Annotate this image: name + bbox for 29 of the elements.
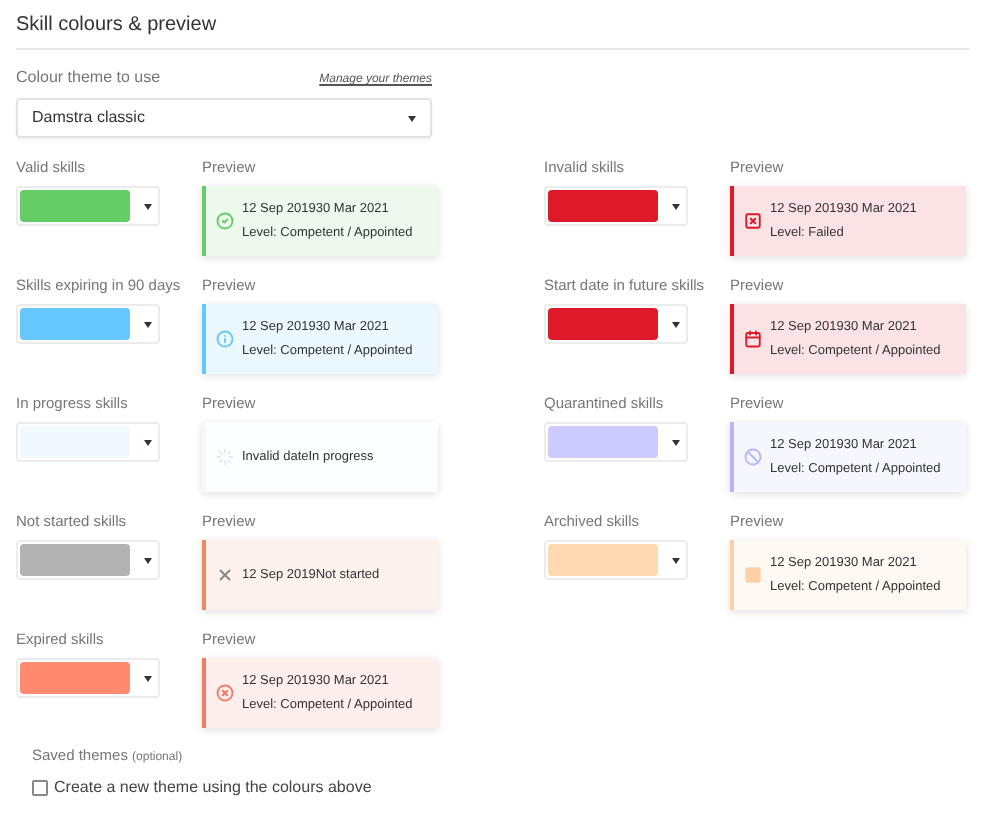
caret-icon [144,203,152,209]
caret-icon [144,439,152,445]
cross-icon [216,566,234,584]
checkbox[interactable] [32,780,48,796]
colour-picker[interactable] [16,658,160,698]
caret-icon [144,321,152,327]
caret-icon [672,557,680,563]
caret-icon [672,203,680,209]
x-square-icon [744,212,762,230]
colour-picker[interactable] [16,186,160,226]
calendar-icon [744,330,762,348]
colour-picker[interactable] [544,304,688,344]
checkbox-label: Create a new theme using the colours above [54,776,372,800]
caret-icon [144,675,152,681]
caret-icon [672,321,680,327]
caret-icon [144,557,152,563]
check-circle-icon [216,212,234,230]
colour-picker[interactable] [16,540,160,580]
theme-select[interactable]: Damstra classic [16,98,432,138]
spinner-icon [216,448,234,466]
square-icon [744,566,762,584]
caret-icon [408,115,416,121]
ban-icon [744,448,762,466]
caret-icon [672,439,680,445]
info-icon [216,330,234,348]
colour-picker[interactable] [544,186,688,226]
section-title: Skill colours & preview [16,12,219,40]
field-label: Colour theme to use [16,66,161,90]
x-circle-icon [216,684,234,702]
